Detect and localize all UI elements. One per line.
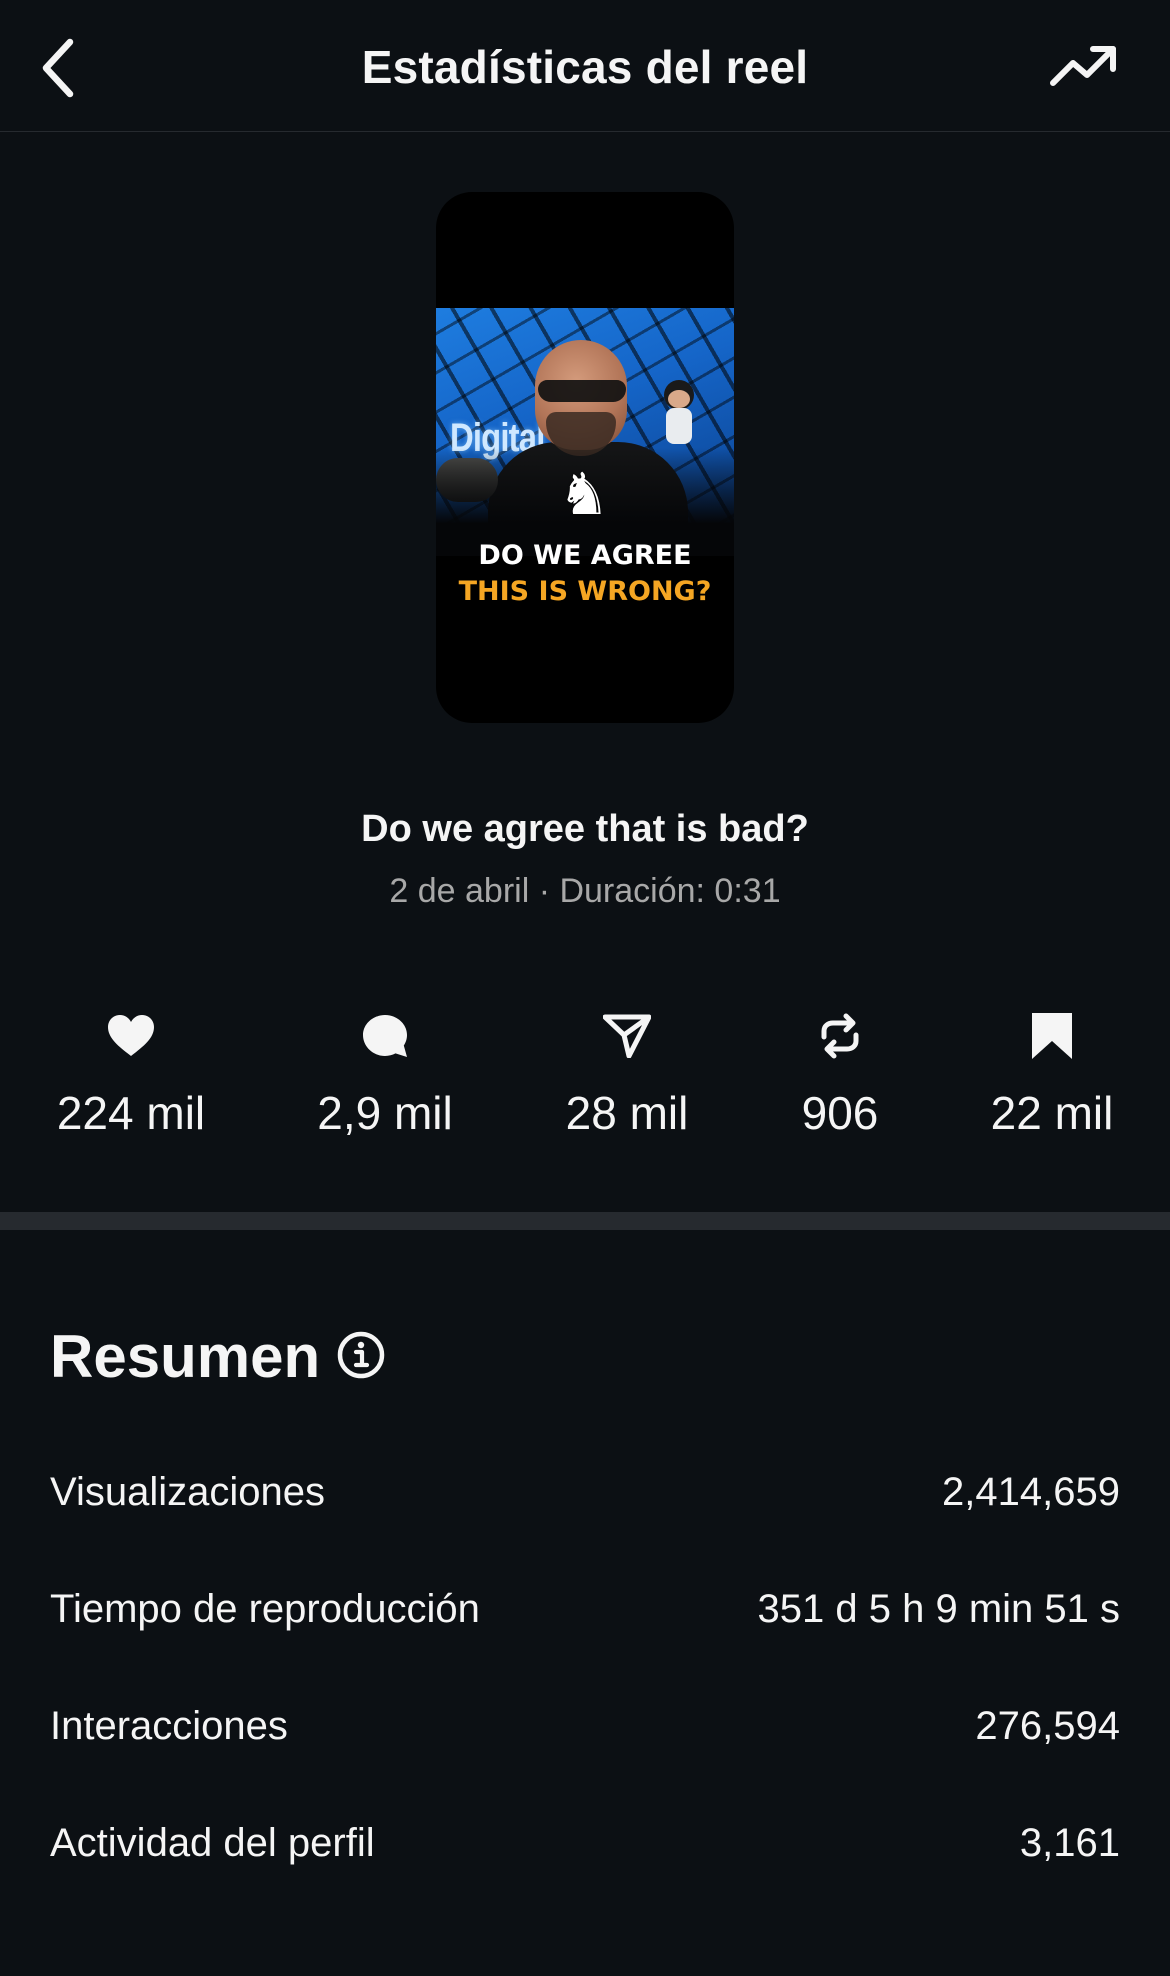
comments-stat: 2,9 mil — [275, 1008, 495, 1140]
send-icon — [603, 1014, 651, 1058]
thumbnail-caption: DO WE AGREE THIS IS WRONG? — [436, 538, 734, 610]
page-title: Estadísticas del reel — [361, 41, 809, 93]
reel-thumbnail[interactable]: Digital ♞ DO WE AGREE THIS IS WRONG? — [436, 192, 734, 723]
comments-count: 2,9 mil — [317, 1087, 453, 1139]
reel-meta: 2 de abril · Duración: 0:31 — [389, 872, 781, 910]
cartoon-figure — [658, 380, 698, 450]
row-label: Tiempo de reproducción — [50, 1586, 480, 1631]
saves-count: 22 mil — [990, 1087, 1114, 1139]
row-value: 351 d 5 h 9 min 51 s — [757, 1586, 1120, 1631]
summary-row-interactions[interactable]: Interacciones 276,594 — [50, 1696, 1120, 1756]
top-nav-bar: Estadísticas del reel — [0, 0, 1170, 132]
info-icon — [337, 1331, 385, 1379]
summary-row-watch-time[interactable]: Tiempo de reproducción 351 d 5 h 9 min 5… — [50, 1579, 1120, 1639]
row-value: 276,594 — [975, 1703, 1120, 1748]
reposts-stat: 906 — [730, 1008, 950, 1140]
summary-title: Resumen — [50, 1323, 321, 1390]
row-value: 2,414,659 — [942, 1469, 1120, 1514]
repost-icon — [821, 1013, 859, 1059]
reposts-count: 906 — [801, 1087, 879, 1139]
trend-button[interactable] — [1042, 30, 1126, 102]
row-value: 3,161 — [1019, 1820, 1120, 1865]
summary-row-profile-activity[interactable]: Actividad del perfil 3,161 — [50, 1813, 1120, 1873]
heart-icon — [108, 1015, 154, 1056]
likes-stat: 224 mil — [21, 1008, 241, 1140]
comment-icon — [363, 1015, 407, 1057]
reel-title: Do we agree that is bad? — [361, 808, 809, 850]
sunglasses — [538, 380, 626, 402]
row-label: Interacciones — [50, 1703, 288, 1748]
caption-line-1: DO WE AGREE — [478, 540, 692, 571]
shares-count: 28 mil — [565, 1087, 689, 1139]
engagement-stats: 224 mil 2,9 mil 28 mil 906 22 mil — [0, 1008, 1170, 1158]
caption-line-2: THIS IS WRONG? — [458, 576, 712, 607]
shares-stat: 28 mil — [517, 1008, 737, 1140]
info-button[interactable] — [336, 1330, 386, 1380]
section-divider — [0, 1212, 1170, 1230]
chess-knight-icon: ♞ — [558, 462, 610, 527]
row-label: Visualizaciones — [50, 1469, 325, 1514]
likes-count: 224 mil — [56, 1087, 206, 1139]
summary-row-views[interactable]: Visualizaciones 2,414,659 — [50, 1462, 1120, 1522]
reel-insights-screen: Estadísticas del reel Digital ♞ DO WE AG… — [0, 0, 1170, 1976]
saves-stat: 22 mil — [942, 1008, 1162, 1140]
trending-up-icon — [1050, 46, 1116, 86]
row-label: Actividad del perfil — [50, 1820, 375, 1865]
bookmark-icon — [1032, 1013, 1072, 1059]
thumbnail-video-frame: Digital ♞ — [436, 308, 734, 556]
